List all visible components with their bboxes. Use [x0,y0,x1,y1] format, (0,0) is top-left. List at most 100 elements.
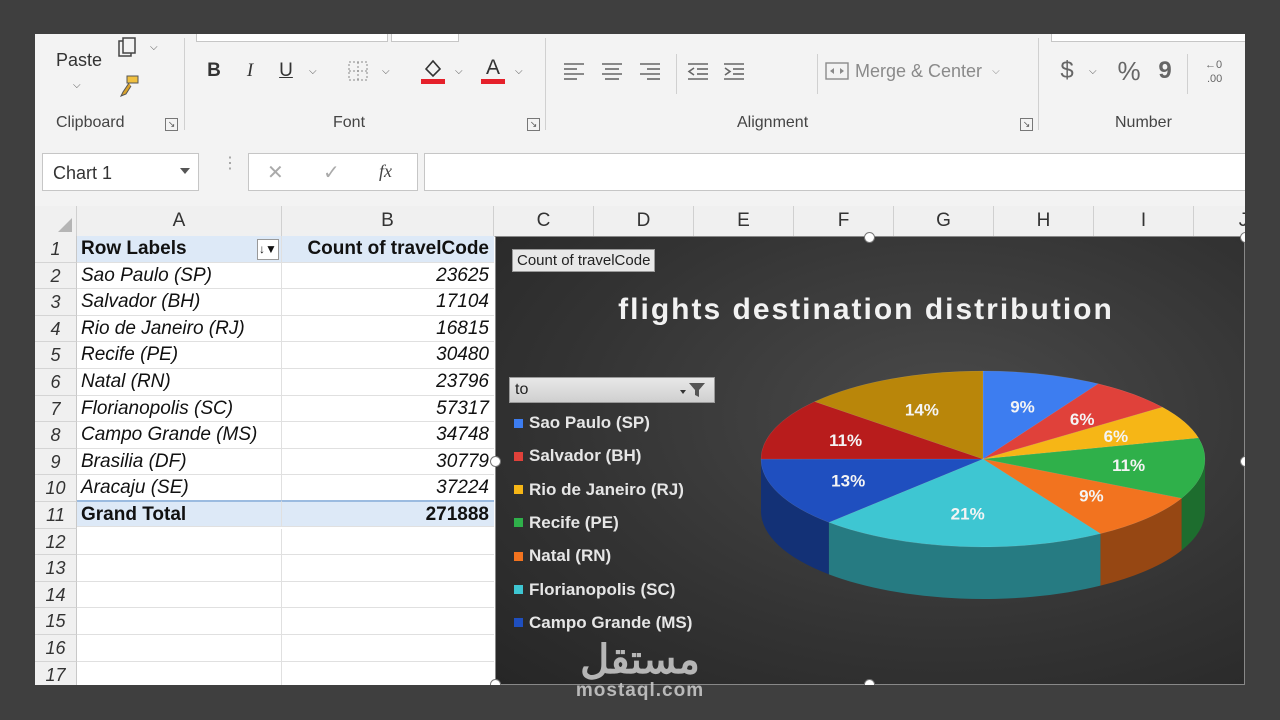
resize-handle[interactable] [864,679,875,685]
pivot-row-label[interactable]: Brasilia (DF) [77,448,282,476]
pivot-row-value[interactable]: 34748 [282,422,494,449]
pivot-row-value[interactable]: 37224 [282,475,494,502]
sort-filter-icon[interactable]: ↓▼ [257,239,279,260]
resize-handle[interactable] [864,232,875,243]
row-header[interactable]: 10 [35,475,77,502]
empty-cell[interactable] [77,661,282,685]
align-left-icon[interactable] [561,58,587,84]
paste-dropdown-icon[interactable]: ⌵ [73,80,81,91]
fill-color-dropdown-icon[interactable]: ⌵ [455,66,463,77]
empty-cell[interactable] [282,555,494,582]
column-header-b[interactable]: B [282,206,494,236]
resize-handle[interactable] [490,456,501,467]
pivot-row-value[interactable]: 16815 [282,316,494,343]
percent-button[interactable]: % [1115,56,1143,86]
borders-icon[interactable] [345,58,371,84]
row-header[interactable]: 17 [35,661,77,685]
column-header-e[interactable]: E [694,206,794,236]
pivot-header-count[interactable]: Count of travelCode [282,236,494,263]
align-right-icon[interactable] [637,58,663,84]
empty-cell[interactable] [77,581,282,609]
row-header[interactable]: 15 [35,608,77,635]
column-header-g[interactable]: G [894,206,994,236]
row-header[interactable]: 14 [35,581,77,609]
column-header-h[interactable]: H [994,206,1094,236]
merge-dropdown-icon[interactable]: ⌵ [992,66,1000,77]
enter-icon[interactable]: ✓ [323,160,340,185]
increase-indent-icon[interactable] [721,58,747,84]
pivot-chart[interactable]: Count of travelCode flights destination … [495,236,1245,685]
font-size-box[interactable] [391,34,459,42]
formula-bar-grip-icon[interactable]: ⋮ [222,156,238,172]
paste-button[interactable]: Paste [49,48,109,72]
column-header-c[interactable]: C [494,206,594,236]
row-header[interactable]: 12 [35,528,77,556]
pivot-row-value[interactable]: 17104 [282,289,494,316]
row-header[interactable]: 4 [35,315,77,343]
row-header[interactable]: 2 [35,262,77,290]
decrease-indent-icon[interactable] [685,58,711,84]
pivot-row-label[interactable]: Rio de Janeiro (RJ) [77,315,282,343]
fill-color-icon[interactable] [419,56,447,86]
pivot-row-value[interactable]: 30779 [282,449,494,476]
column-header-j[interactable]: J [1194,206,1245,236]
increase-decimal-icon[interactable]: ←0.00 [1197,56,1237,86]
cancel-icon[interactable]: ✕ [267,160,284,185]
name-box[interactable]: Chart 1 [42,153,199,191]
empty-cell[interactable] [77,555,282,582]
column-header-d[interactable]: D [594,206,694,236]
borders-dropdown-icon[interactable]: ⌵ [382,66,390,77]
row-header[interactable]: 11 [35,502,77,529]
empty-cell[interactable] [282,662,494,685]
format-painter-icon[interactable] [115,72,143,100]
formula-input[interactable] [424,153,1245,191]
currency-button[interactable]: $ [1055,56,1079,86]
copy-icon[interactable] [115,36,139,60]
empty-cell[interactable] [282,582,494,609]
clipboard-launcher-icon[interactable]: ↘ [165,118,178,131]
resize-handle[interactable] [1240,456,1245,467]
underline-dropdown-icon[interactable]: ⌵ [309,66,317,77]
row-header[interactable]: 7 [35,395,77,423]
column-header-a[interactable]: A [77,206,282,236]
empty-cell[interactable] [77,635,282,662]
comma-style-button[interactable]: 9 [1155,56,1175,86]
pivot-row-label[interactable]: Natal (RN) [77,369,282,396]
number-format-box[interactable] [1051,34,1245,42]
alignment-launcher-icon[interactable]: ↘ [1020,118,1033,131]
column-header-f[interactable]: F [794,206,894,236]
pivot-row-value[interactable]: 23796 [282,369,494,396]
row-header[interactable]: 16 [35,635,77,662]
row-header[interactable]: 9 [35,448,77,476]
row-header[interactable]: 5 [35,342,77,369]
pivot-row-label[interactable]: Sao Paulo (SP) [77,262,282,290]
pivot-row-label[interactable]: Florianopolis (SC) [77,395,282,423]
pivot-row-value[interactable]: 57317 [282,396,494,423]
font-launcher-icon[interactable]: ↘ [527,118,540,131]
pivot-header-row-labels[interactable]: Row Labels ↓▼ [77,236,282,263]
merge-center-button[interactable]: Merge & Center ⌵ [825,58,1015,84]
column-header-i[interactable]: I [1094,206,1194,236]
font-color-dropdown-icon[interactable]: ⌵ [515,66,523,77]
pivot-row-label[interactable]: Campo Grande (MS) [77,422,282,449]
copy-dropdown-icon[interactable]: ⌵ [150,42,158,53]
pivot-row-label[interactable]: Salvador (BH) [77,289,282,316]
grand-total-value[interactable]: 271888 [282,500,494,527]
italic-button[interactable]: I [237,58,263,84]
font-name-box[interactable] [196,34,388,42]
underline-button[interactable]: U [273,58,299,84]
bold-button[interactable]: B [201,58,227,84]
row-header[interactable]: 6 [35,369,77,396]
pivot-row-value[interactable]: 23625 [282,263,494,290]
font-color-icon[interactable]: A [479,54,507,86]
row-header[interactable]: 1 [35,236,77,263]
resize-handle[interactable] [1240,232,1245,243]
row-header[interactable]: 8 [35,422,77,449]
row-header[interactable]: 3 [35,289,77,316]
pivot-row-label[interactable]: Aracaju (SE) [77,475,282,502]
pivot-row-value[interactable]: 30480 [282,342,494,369]
resize-handle[interactable] [490,679,501,685]
empty-cell[interactable] [77,608,282,635]
row-header[interactable]: 13 [35,555,77,582]
empty-cell[interactable] [282,635,494,662]
